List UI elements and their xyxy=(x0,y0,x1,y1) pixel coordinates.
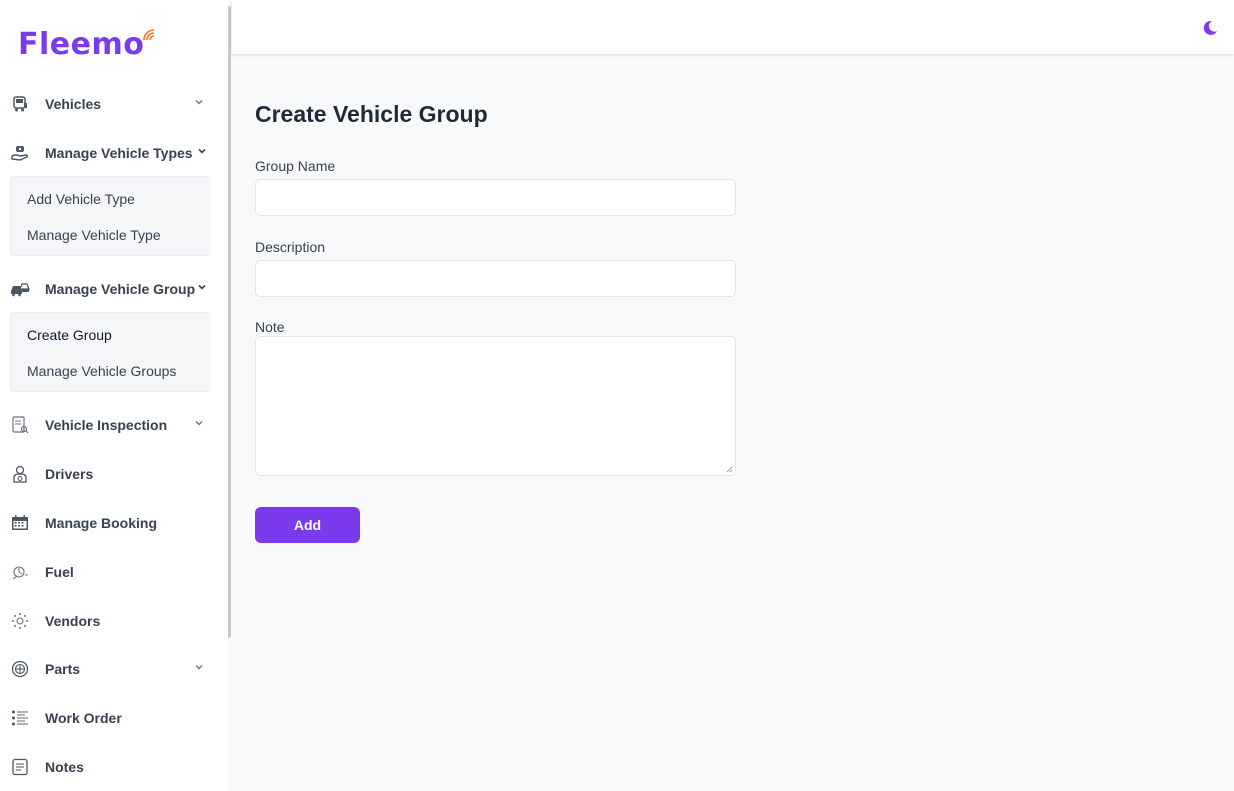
sidebar-item-work-order[interactable]: Work Order xyxy=(10,700,218,736)
sidebar-item-label: Vendors xyxy=(45,613,101,629)
sidebar-item-label: Vehicles xyxy=(45,96,102,112)
sidebar-item-label: Vehicle Inspection xyxy=(45,417,168,433)
sidebar-item-label: Parts xyxy=(45,661,81,677)
group-name-input[interactable] xyxy=(256,180,735,215)
sidebar-item-notes[interactable]: Notes xyxy=(10,749,218,785)
resize-grip-icon[interactable] xyxy=(726,466,733,473)
topbar xyxy=(232,0,1234,54)
submenu-vehicle-types: Add Vehicle Type Manage Vehicle Type xyxy=(10,176,210,256)
logo-text: Fleemo xyxy=(18,26,145,62)
sub-item-create-group[interactable]: Create Group xyxy=(27,327,112,343)
sub-item-add-vehicle-type[interactable]: Add Vehicle Type xyxy=(27,191,135,207)
sidebar-item-label: Manage Booking xyxy=(45,515,158,531)
fuel-icon xyxy=(10,562,30,582)
notes-icon xyxy=(10,757,30,777)
group-name-label: Group Name xyxy=(255,158,336,174)
group-name-field xyxy=(255,179,736,216)
sidebar-item-label: Work Order xyxy=(45,710,122,726)
driver-icon xyxy=(10,464,30,484)
sidebar-item-vehicles[interactable]: Vehicles xyxy=(10,86,218,122)
inspection-icon xyxy=(10,415,30,435)
add-button[interactable]: Add xyxy=(255,507,360,543)
note-label: Note xyxy=(255,319,285,335)
note-textarea[interactable] xyxy=(256,337,735,475)
sidebar-item-manage-vehicle-types[interactable]: Manage Vehicle Types xyxy=(10,135,218,171)
chevron-down-icon xyxy=(195,100,203,105)
page-title: Create Vehicle Group xyxy=(255,101,488,127)
sidebar-item-label: Manage Vehicle Types xyxy=(45,145,193,161)
sidebar: Fleemo Vehicles Manage Vehicle Types Add… xyxy=(0,0,228,791)
sidebar-item-parts[interactable]: Parts xyxy=(10,651,218,687)
sidebar-item-vendors[interactable]: Vendors xyxy=(10,603,218,639)
app-logo[interactable]: Fleemo xyxy=(18,22,156,66)
car-group-icon xyxy=(10,279,30,299)
description-field xyxy=(255,260,736,297)
sidebar-item-label: Manage Vehicle Group xyxy=(45,281,196,297)
sidebar-item-manage-vehicle-group[interactable]: Manage Vehicle Group xyxy=(10,271,218,307)
description-label: Description xyxy=(255,239,326,255)
truck-icon xyxy=(10,94,30,114)
sidebar-item-fuel[interactable]: Fuel xyxy=(10,554,218,590)
sidebar-item-label: Notes xyxy=(45,759,84,775)
chevron-down-icon xyxy=(198,284,206,290)
chevron-down-icon xyxy=(195,665,203,670)
sidebar-item-manage-booking[interactable]: Manage Booking xyxy=(10,505,218,541)
sub-item-manage-vehicle-groups[interactable]: Manage Vehicle Groups xyxy=(27,363,176,379)
sidebar-scrollbar[interactable] xyxy=(228,6,231,638)
note-field xyxy=(255,336,736,476)
sidebar-item-drivers[interactable]: Drivers xyxy=(10,456,218,492)
submenu-vehicle-group: Create Group Manage Vehicle Groups xyxy=(10,312,210,392)
moon-icon[interactable] xyxy=(1202,20,1218,36)
vendors-icon xyxy=(10,611,30,631)
sub-item-manage-vehicle-type[interactable]: Manage Vehicle Type xyxy=(27,227,161,243)
sidebar-item-label: Drivers xyxy=(45,466,94,482)
chevron-down-icon xyxy=(198,148,206,154)
sidebar-item-vehicle-inspection[interactable]: Vehicle Inspection xyxy=(10,407,218,443)
list-icon xyxy=(10,708,30,728)
chevron-down-icon xyxy=(195,421,203,426)
signal-icon xyxy=(143,29,155,41)
sidebar-item-label: Fuel xyxy=(45,564,74,580)
hand-car-icon xyxy=(10,143,30,163)
wheel-icon xyxy=(10,659,30,679)
description-input[interactable] xyxy=(256,261,735,296)
calendar-icon xyxy=(10,513,30,533)
